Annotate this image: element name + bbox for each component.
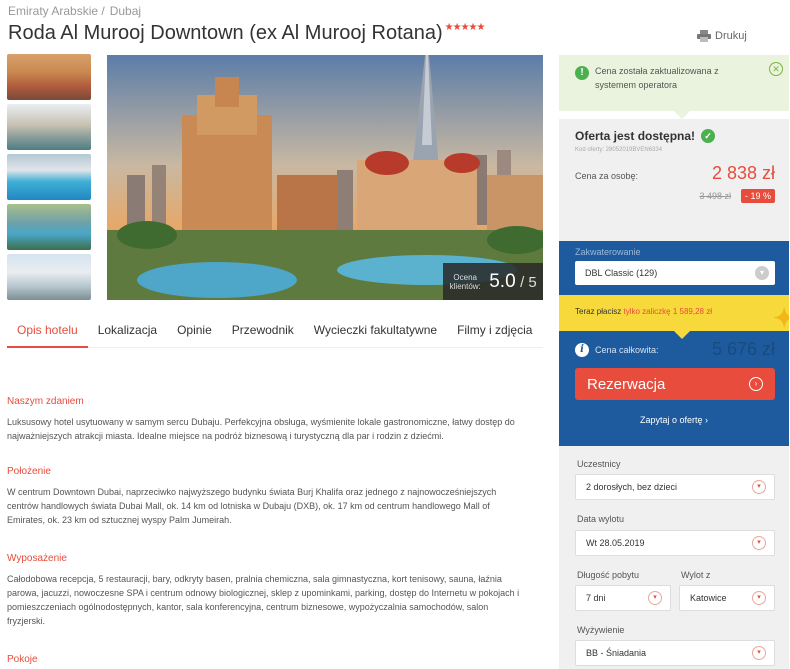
deposit-prefix: Teraz płacisz [575, 307, 622, 316]
breadcrumb: Emiraty Arabskie / Dubaj [8, 4, 141, 18]
chevron-down-icon: ▾ [648, 591, 662, 605]
price-per-person: 2 838 zł [711, 163, 775, 183]
print-label: Drukuj [715, 30, 747, 42]
hotel-name: Roda Al Murooj Downtown (ex Al Murooj Ro… [8, 22, 443, 44]
total-price: 5 676 zł [711, 339, 775, 359]
customer-rating-badge: Ocena klientów: 5.0 / 5 [443, 263, 543, 300]
offer-code: Kod oferty: 28052019BVEN6334 [575, 147, 663, 153]
tab-description[interactable]: Opis hotelu [7, 322, 88, 348]
chevron-down-icon: ▾ [752, 536, 766, 550]
section-title: Wyposażenie [7, 553, 67, 564]
section-title: Naszym zdaniem [7, 396, 84, 407]
chevron-down-icon: ▾ [752, 591, 766, 605]
board-select[interactable]: BB - Śniadania ▾ [575, 640, 775, 666]
hotel-title: Roda Al Murooj Downtown (ex Al Murooj Ro… [8, 22, 486, 45]
arrow-right-icon: › [749, 377, 763, 391]
date-select[interactable]: Wt 28.05.2019 ▾ [575, 530, 775, 556]
price-update-notice: ! Cena została zaktualizowana z systemem… [559, 55, 789, 111]
thumbnail-4[interactable] [7, 204, 91, 250]
available-text: Oferta jest dostępna! [575, 129, 696, 143]
duration-select[interactable]: 7 dni ▾ [575, 585, 671, 611]
date-value: Wt 28.05.2019 [586, 538, 645, 548]
board-value: BB - Śniadania [586, 648, 647, 658]
booking-form: Uczestnicy 2 dorosłych, bez dzieci ▾ Dat… [559, 446, 789, 669]
tab-media[interactable]: Filmy i zdjęcia [447, 322, 542, 348]
section-location: Położenie W centrum Downtown Dubai, napr… [7, 466, 527, 527]
participants-select[interactable]: 2 dorosłych, bez dzieci ▾ [575, 474, 775, 500]
rating-label: Ocena klientów: [449, 272, 481, 291]
print-button[interactable]: Drukuj [697, 30, 747, 42]
participants-value: 2 dorosłych, bez dzieci [586, 482, 678, 492]
notice-arrow [674, 111, 690, 119]
check-icon: ✓ [701, 129, 716, 143]
printer-icon [697, 30, 711, 42]
accommodation-label: Zakwaterowanie [575, 247, 641, 257]
booking-sidebar: ! Cena została zaktualizowana z systemem… [559, 55, 789, 669]
section-opinion: Naszym zdaniem Luksusowy hotel usytuowan… [7, 396, 527, 443]
total-price-panel: i Cena całkowita: 5 676 zł Rezerwacja › … [559, 331, 789, 446]
departure-select[interactable]: Katowice ▾ [679, 585, 775, 611]
deposit-bar: Teraz płacisz tylko zaliczkę 1 589,28 zł… [559, 295, 789, 331]
old-price: 3 498 zł [699, 191, 731, 201]
rating-value: 5.0 [489, 270, 516, 292]
tab-location[interactable]: Lokalizacja [88, 322, 167, 348]
alert-icon: ! [575, 66, 589, 80]
info-icon[interactable]: i [575, 343, 589, 357]
section-amenities: Wyposażenie Całodobowa recepcja, 5 resta… [7, 553, 527, 628]
accommodation-select[interactable]: DBL Classic (129) ▾ [575, 261, 775, 285]
thumbnail-strip [7, 54, 91, 300]
breadcrumb-country[interactable]: Emiraty Arabskie / [8, 4, 105, 18]
deposit-amount: tylko zaliczkę 1 589,28 zł [623, 307, 712, 316]
thumbnail-3[interactable] [7, 154, 91, 200]
main-hotel-image[interactable]: Ocena klientów: 5.0 / 5 [107, 55, 543, 300]
section-rooms: Pokoje [7, 654, 527, 669]
chevron-down-icon: ▾ [752, 480, 766, 494]
section-title: Pokoje [7, 654, 38, 665]
chevron-down-icon: ▾ [752, 646, 766, 660]
thumbnail-2[interactable] [7, 104, 91, 150]
star-rating-icon: ★★★★★ [444, 22, 486, 33]
participants-label: Uczestnicy [577, 459, 621, 469]
tab-excursions[interactable]: Wycieczki fakultatywne [304, 322, 447, 348]
discount-badge: - 19 % [740, 189, 775, 203]
notice-text: Cena została zaktualizowana z systemem o… [595, 66, 719, 90]
rating-max: / 5 [520, 273, 537, 291]
section-text: Luksusowy hotel usytuowany w samym sercu… [7, 417, 515, 441]
total-label: Cena całkowita: [595, 345, 659, 355]
duration-label: Długość pobytu [577, 570, 640, 580]
departure-label: Wylot z [681, 570, 711, 580]
coins-icon: ✦ [773, 303, 789, 331]
date-label: Data wylotu [577, 514, 625, 524]
section-text: Całodobowa recepcja, 5 restauracji, bary… [7, 574, 520, 626]
reserve-label: Rezerwacja [587, 375, 666, 393]
duration-value: 7 dni [586, 593, 606, 603]
breadcrumb-city[interactable]: Dubaj [110, 4, 141, 18]
tab-guide[interactable]: Przewodnik [222, 322, 304, 348]
reserve-button[interactable]: Rezerwacja › [575, 368, 775, 400]
per-person-label: Cena za osobę: [575, 171, 639, 181]
offer-available: Oferta jest dostępna! ✓ [575, 129, 773, 143]
ask-about-offer-link[interactable]: Zapytaj o ofertę › [559, 415, 789, 425]
departure-value: Katowice [690, 593, 727, 603]
hotel-tabs: Opis hotelu Lokalizacja Opinie Przewodni… [7, 322, 543, 348]
thumbnail-1[interactable] [7, 54, 91, 100]
section-text: W centrum Downtown Dubai, naprzeciwko na… [7, 487, 497, 525]
offer-box: Oferta jest dostępna! ✓ Kod oferty: 2805… [559, 119, 789, 241]
section-title: Położenie [7, 466, 51, 477]
tab-reviews[interactable]: Opinie [167, 322, 222, 348]
close-icon[interactable]: ✕ [769, 62, 783, 76]
thumbnail-5[interactable] [7, 254, 91, 300]
board-label: Wyżywienie [577, 625, 625, 635]
chevron-down-icon: ▾ [755, 266, 769, 280]
accommodation-value: DBL Classic (129) [585, 268, 658, 278]
